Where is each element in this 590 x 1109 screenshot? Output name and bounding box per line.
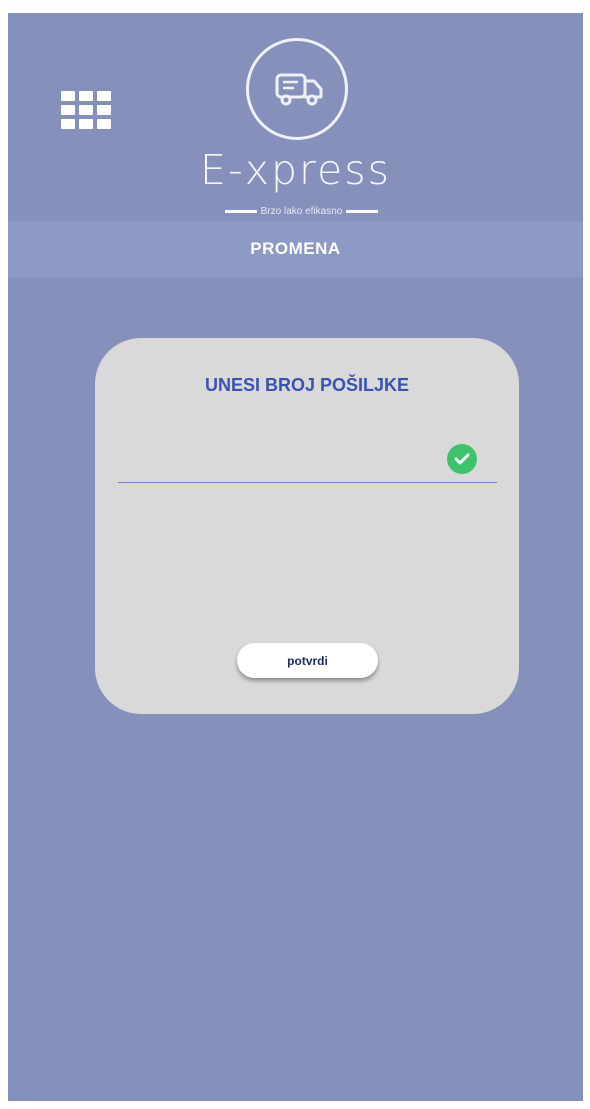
page-title: PROMENA (250, 239, 341, 258)
shipment-number-input[interactable] (118, 434, 497, 483)
header-bar: PROMENA (8, 221, 583, 277)
tagline-divider-right (346, 209, 379, 213)
tagline-divider-left (224, 209, 257, 213)
check-circle-icon (447, 444, 477, 474)
shipment-card: UNESI BROJ POŠILJKE potvrdi (95, 338, 519, 714)
brand-name: E-xpress (200, 146, 391, 194)
grid-menu-icon[interactable] (61, 91, 115, 131)
card-title: UNESI BROJ POŠILJKE (204, 375, 410, 395)
tagline: Brzo lako efikasno (260, 205, 343, 217)
confirm-button[interactable]: potvrdi (237, 643, 378, 678)
app-screen: E-xpress Brzo lako efikasno PROMENA UNES… (8, 13, 583, 1101)
logo (246, 38, 348, 140)
tagline-row: Brzo lako efikasno (203, 204, 400, 218)
delivery-truck-icon (275, 73, 323, 106)
